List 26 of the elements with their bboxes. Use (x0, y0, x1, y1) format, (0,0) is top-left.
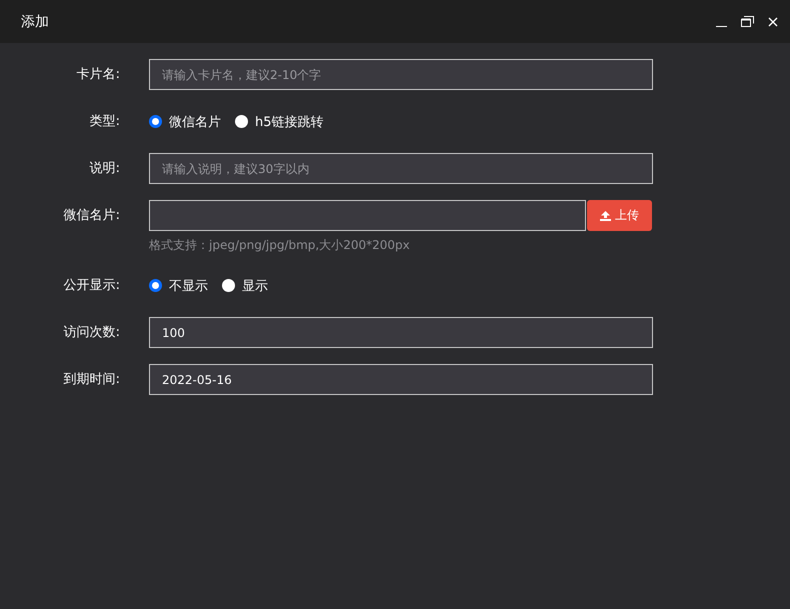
window-title: 添加 (21, 12, 50, 30)
field-label: 访问次数: (62, 324, 120, 342)
radio-label[interactable]: h5链接跳转 (255, 112, 324, 130)
field-label: 卡片名: (76, 66, 120, 84)
field-label: 微信名片: (62, 207, 120, 225)
radio-label[interactable]: 显示 (242, 276, 268, 294)
input-field[interactable]: 100 (149, 317, 653, 348)
maximize-icon[interactable] (741, 16, 754, 27)
input-field[interactable]: 请输入卡片名，建议2-10个字 (149, 59, 653, 90)
input-field[interactable]: 2022-05-16 (149, 364, 653, 395)
field-label: 类型: (88, 113, 120, 131)
field-label: 公开显示: (62, 277, 120, 295)
radio-label[interactable]: 微信名片 (169, 112, 221, 130)
radio-label[interactable]: 不显示 (169, 276, 208, 294)
close-icon[interactable] (768, 16, 778, 26)
radio-button[interactable] (149, 279, 162, 292)
upload-icon (600, 210, 611, 220)
field-label: 到期时间: (62, 371, 120, 389)
radio-button[interactable] (235, 115, 248, 128)
field-label: 说明: (88, 160, 120, 178)
input-field[interactable]: 请输入说明，建议30字以内 (149, 153, 653, 184)
upload-button[interactable]: 上传 (587, 200, 652, 231)
radio-button[interactable] (149, 115, 162, 128)
input-field[interactable] (149, 200, 586, 231)
radio-button[interactable] (222, 279, 235, 292)
format-hint: 格式支持：jpeg/png/jpg/bmp,大小200*200px (149, 237, 411, 254)
